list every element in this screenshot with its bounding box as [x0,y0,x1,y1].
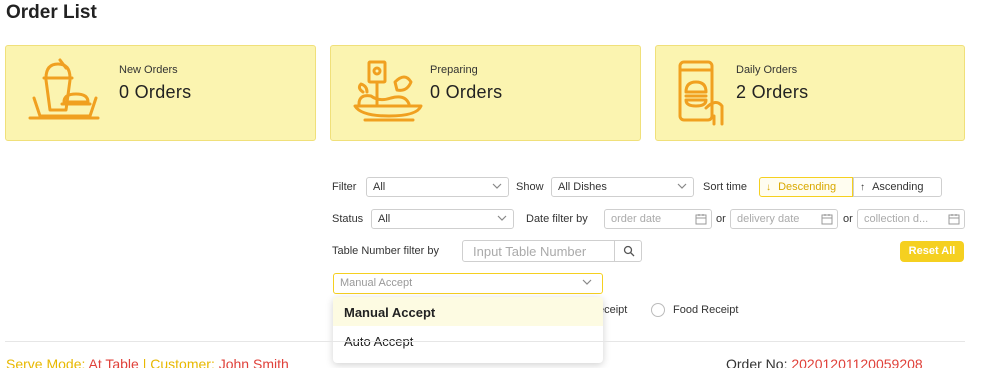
food-receipt-label: Food Receipt [673,304,739,316]
or-label: or [843,213,853,225]
card-value: 0 Orders [119,82,192,102]
delivery-date-input[interactable]: delivery date [730,209,838,229]
card-label: Daily Orders [736,64,798,76]
table-number-label: Table Number filter by [332,245,439,257]
calendar-icon [948,214,960,225]
customer-value: John Smith [218,356,289,368]
accept-mode-value: Manual Accept [340,277,413,289]
card-label: Preparing [430,64,478,76]
customer-label: Customer: [150,356,215,368]
order-no-value: 20201201120059208 [791,356,923,368]
reset-all-button[interactable]: Reset All [900,241,964,262]
chevron-down-icon [492,183,502,189]
serve-mode-value: At Table [88,356,139,368]
sort-desc-icon: ↓ [766,182,771,193]
show-select[interactable]: All Dishes [551,177,694,197]
status-select[interactable]: All [371,209,514,229]
sort-desc-label: Descending [778,181,837,193]
drink-tray-icon [28,58,100,120]
or-label: or [716,213,726,225]
order-no-label: Order No: [726,356,788,368]
card-label: New Orders [119,64,178,76]
mobile-order-icon [678,60,724,126]
collection-date-input[interactable]: collection d... [857,209,965,229]
chevron-down-icon [497,215,507,221]
sort-descending-button[interactable]: ↓ Descending [759,177,853,197]
status-select-value: All [378,213,391,225]
sort-label: Sort time [703,181,748,193]
status-label: Status [332,213,364,225]
page-title: Order List [6,2,97,23]
card-value: 0 Orders [430,82,503,102]
serve-mode-line: Serve Mode: At Table | Customer: John Sm… [6,356,289,368]
accept-mode-dropdown: Manual Accept Auto Accept [333,297,603,363]
filter-select[interactable]: All [366,177,509,197]
new-orders-card[interactable]: New Orders 0 Orders [5,45,316,141]
calendar-icon [695,214,707,225]
delivery-date-placeholder: delivery date [737,213,800,225]
serve-mode-label: Serve Mode: [6,356,86,368]
date-filter-label: Date filter by [526,213,588,225]
show-label: Show [516,181,544,193]
order-date-placeholder: order date [611,213,662,225]
chevron-down-icon [582,279,592,285]
order-number-line: Order No: 20201201120059208 [726,356,923,368]
accept-mode-select[interactable]: Manual Accept [333,273,603,294]
input-divider [614,240,615,262]
search-icon[interactable] [623,245,635,257]
calendar-icon [821,214,833,225]
sort-asc-icon: ↑ [860,182,865,193]
cooking-dish-icon [353,60,423,122]
food-receipt-radio[interactable] [651,303,665,317]
preparing-card[interactable]: Preparing 0 Orders [330,45,641,141]
show-select-value: All Dishes [558,181,607,193]
divider [5,341,965,342]
table-number-placeholder: Input Table Number [473,244,587,259]
table-number-input[interactable]: Input Table Number [462,240,642,262]
filter-select-value: All [373,181,386,193]
sort-ascending-button[interactable]: ↑ Ascending [853,177,942,197]
card-value: 2 Orders [736,82,809,102]
order-date-input[interactable]: order date [604,209,712,229]
sort-asc-label: Ascending [872,181,924,193]
chevron-down-icon [677,183,687,189]
collection-date-placeholder: collection d... [864,213,929,225]
separator: | [142,356,147,368]
dropdown-option-manual-accept[interactable]: Manual Accept [333,297,603,326]
filter-label: Filter [332,181,357,193]
daily-orders-card[interactable]: Daily Orders 2 Orders [655,45,965,141]
